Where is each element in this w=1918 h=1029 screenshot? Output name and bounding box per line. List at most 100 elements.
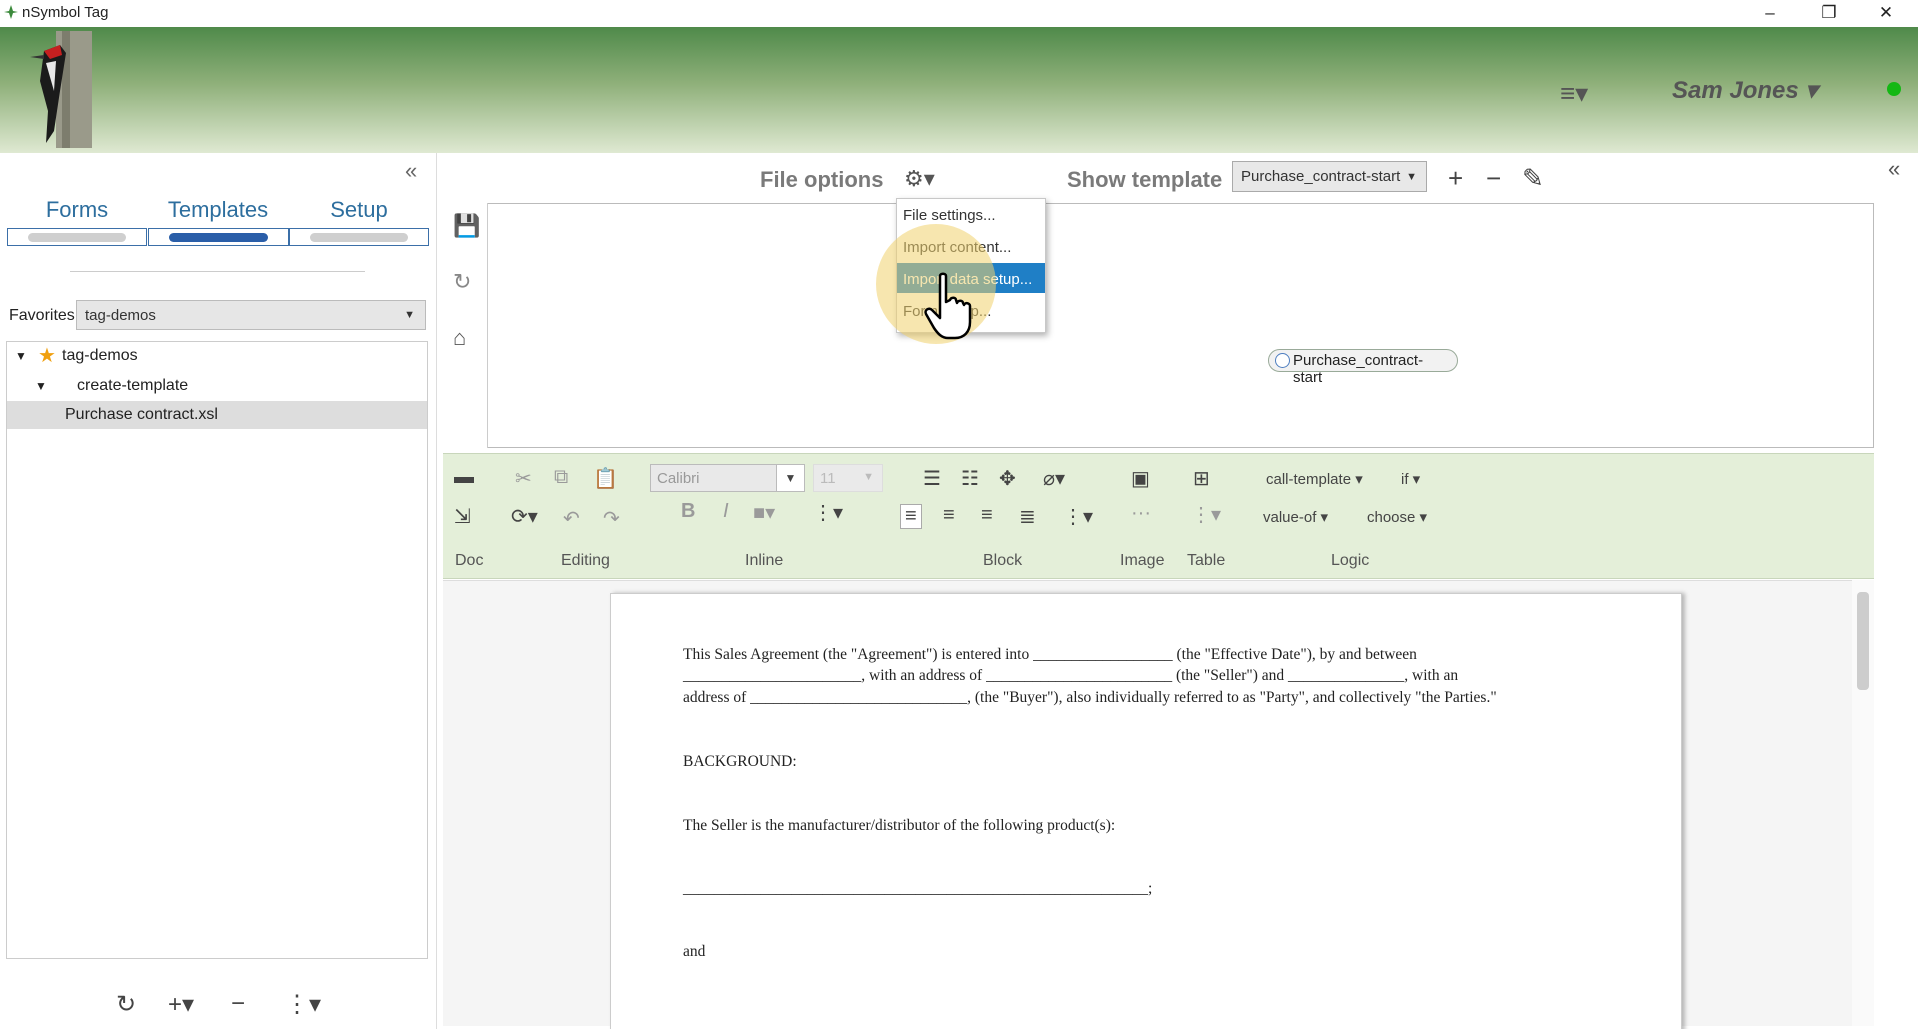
font-size-select[interactable]: 11 ▼	[813, 464, 883, 492]
group-label-doc: Doc	[455, 552, 484, 569]
chevron-down-icon: ▼	[863, 471, 874, 483]
tab-setup[interactable]: Setup	[289, 197, 429, 223]
value-of-dropdown[interactable]: value-of ▾	[1263, 508, 1328, 526]
add-button[interactable]: +▾	[168, 990, 194, 1019]
numbered-list-icon[interactable]: ☷	[961, 466, 979, 491]
header-banner	[0, 27, 1918, 153]
favorites-label: Favorites	[9, 307, 75, 324]
file-options-label: File options	[760, 167, 884, 192]
undo-icon[interactable]: ↶	[563, 506, 580, 531]
star-icon: ★	[38, 345, 56, 367]
tab-templates-indicator[interactable]	[148, 228, 289, 246]
doc-line-1: This Sales Agreement (the "Agreement") i…	[683, 646, 1417, 663]
font-family-select[interactable]: Calibri ▼	[650, 464, 805, 492]
app-title: nSymbol Tag	[22, 4, 109, 21]
bold-icon[interactable]: B	[681, 500, 695, 523]
tab-setup-indicator[interactable]	[289, 228, 429, 246]
chevron-down-icon: ▼	[1406, 171, 1417, 183]
tree-item-create-template[interactable]: ▼ create-template	[7, 372, 427, 400]
tree-item-tag-demos[interactable]: ▼ ★ tag-demos	[7, 342, 427, 370]
editor-toolbar: ▬ ⇲ ✂ ⧉ 📋 ⟳▾ ↶ ↷ Calibri ▼ 11 ▼ B I ■▾ ⋮…	[443, 453, 1874, 579]
copy-icon[interactable]: ⧉	[554, 466, 568, 489]
paste-icon[interactable]: 📋	[593, 466, 618, 491]
group-label-block: Block	[983, 552, 1023, 569]
cut-icon[interactable]: ✂	[515, 466, 532, 491]
gear-icon[interactable]: ⚙▾	[904, 166, 935, 192]
tab-templates[interactable]: Templates	[148, 197, 288, 223]
connection-status-icon	[1887, 82, 1901, 96]
home-icon[interactable]: ⌂	[453, 325, 466, 351]
title-bar: nSymbol Tag – ❐ ✕	[0, 0, 1918, 27]
tab-forms[interactable]: Forms	[7, 197, 147, 223]
more-block-icon[interactable]: ⋮▾	[1063, 504, 1093, 529]
radio-icon	[1275, 353, 1290, 368]
template-select-value: Purchase_contract-start	[1241, 168, 1401, 185]
edit-template-button[interactable]: ✎	[1522, 163, 1544, 194]
reload-icon[interactable]: ↻	[453, 269, 471, 295]
collapse-left-panel-icon[interactable]: «	[405, 158, 417, 184]
image-more-icon[interactable]: ···	[1131, 502, 1151, 525]
tree-item-label: tag-demos	[62, 347, 138, 364]
doc-heading-background: BACKGROUND:	[683, 753, 797, 770]
find-replace-icon[interactable]: ⟳▾	[511, 504, 538, 529]
choose-dropdown[interactable]: choose ▾	[1367, 508, 1427, 526]
chevron-down-icon: ▼	[404, 309, 415, 321]
align-right-icon[interactable]: ≡	[981, 504, 993, 527]
add-template-button[interactable]: +	[1448, 163, 1463, 194]
table-icon[interactable]: ⊞	[1193, 466, 1210, 491]
doc-export-icon[interactable]: ⇲	[454, 504, 471, 529]
user-menu[interactable]: Sam Jones ▾	[1672, 76, 1817, 105]
template-select[interactable]: Purchase_contract-start ▼	[1232, 161, 1427, 192]
minimize-button[interactable]: –	[1750, 2, 1790, 24]
table-more-icon[interactable]: ⋮▾	[1191, 502, 1221, 527]
close-button[interactable]: ✕	[1866, 2, 1906, 24]
tree-item-label: Purchase contract.xsl	[65, 406, 218, 423]
main-menu-button[interactable]: ≡▾	[1560, 78, 1588, 109]
chevron-down-icon: ▼	[776, 465, 804, 491]
template-radio[interactable]: Purchase_contract-start	[1268, 349, 1458, 386]
group-label-editing: Editing	[561, 552, 610, 569]
tab-forms-indicator[interactable]	[7, 228, 147, 246]
remove-button[interactable]: −	[231, 990, 245, 1018]
redo-icon[interactable]: ↷	[603, 506, 620, 531]
color-icon[interactable]: ■▾	[753, 500, 775, 525]
italic-icon[interactable]: I	[723, 500, 729, 523]
bullet-list-icon[interactable]: ☰	[923, 466, 941, 491]
doc-icon[interactable]: ▬	[454, 466, 474, 489]
doc-line-6: and	[683, 943, 706, 960]
scrollbar-thumb[interactable]	[1857, 592, 1869, 690]
template-preview	[488, 203, 1874, 448]
favorites-value: tag-demos	[85, 307, 156, 324]
hand-cursor-icon	[924, 272, 972, 340]
more-inline-icon[interactable]: ⋮▾	[813, 500, 843, 525]
align-center-icon[interactable]: ≡	[943, 504, 955, 527]
restore-button[interactable]: ❐	[1809, 2, 1849, 24]
doc-line-3: address of ____________________________,…	[683, 689, 1497, 706]
style-icon[interactable]: ⌀▾	[1043, 466, 1065, 491]
align-left-icon[interactable]: ≡	[900, 504, 922, 529]
call-template-dropdown[interactable]: call-template ▾	[1266, 470, 1363, 488]
woodpecker-logo-icon	[30, 31, 92, 148]
refresh-button[interactable]: ↻	[116, 990, 136, 1019]
tree-item-purchase-contract[interactable]: Purchase contract.xsl	[7, 401, 427, 429]
show-template-label: Show template	[1067, 167, 1223, 192]
if-dropdown[interactable]: if ▾	[1401, 470, 1420, 488]
justify-icon[interactable]: ≣	[1019, 504, 1036, 529]
image-icon[interactable]: ▣	[1131, 466, 1150, 491]
app-logo-icon	[4, 5, 18, 19]
move-icon[interactable]: ✥	[999, 466, 1016, 491]
document-page[interactable]: This Sales Agreement (the "Agreement") i…	[610, 593, 1682, 1029]
more-options-button[interactable]: ⋮▾	[285, 990, 321, 1019]
doc-line-2: _______________________, with an address…	[683, 667, 1459, 684]
group-label-logic: Logic	[1331, 552, 1370, 569]
menu-item-file-settings[interactable]: File settings...	[897, 199, 1045, 229]
collapse-right-panel-icon[interactable]: «	[1888, 156, 1900, 182]
save-icon[interactable]: 💾	[453, 213, 480, 239]
remove-template-button[interactable]: −	[1486, 163, 1501, 194]
font-size-value: 11	[820, 470, 836, 487]
group-label-image: Image	[1120, 552, 1165, 569]
expand-arrow-icon[interactable]: ▼	[15, 342, 27, 370]
template-tree: ▼ ★ tag-demos ▼ create-template Purchase…	[6, 341, 428, 959]
favorites-select[interactable]: tag-demos ▼	[76, 300, 426, 330]
expand-arrow-icon[interactable]: ▼	[35, 372, 47, 400]
